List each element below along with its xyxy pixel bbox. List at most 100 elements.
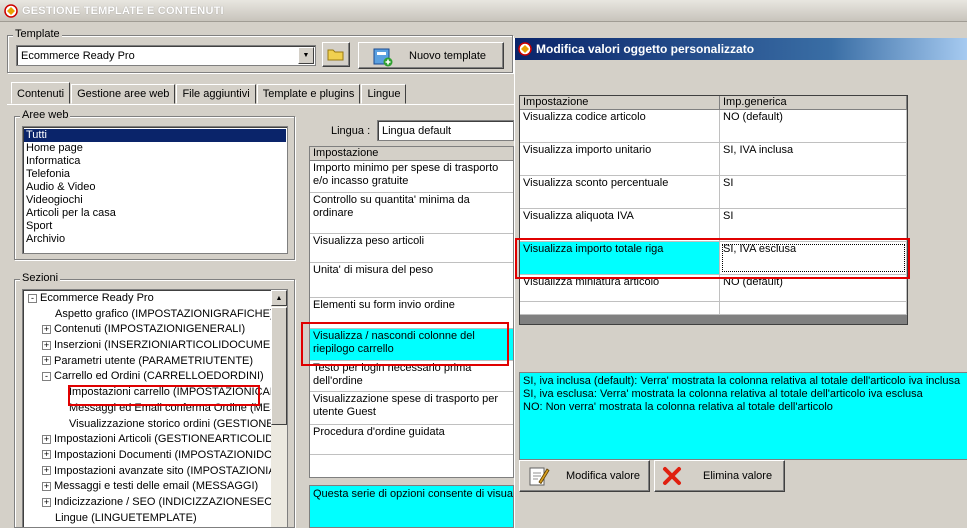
value-cell[interactable]: NO (default) [720, 275, 907, 301]
setting-name-cell: Unita' di misura del peso [313, 264, 434, 276]
table-row[interactable]: Controllo su quantita' minima da ordinar… [310, 193, 513, 234]
table-row[interactable]: Visualizza miniatura articolo NO (default… [520, 275, 907, 302]
list-item[interactable]: Sport [24, 220, 286, 233]
table-row[interactable]: Visualizza sconto percentuale SI [520, 176, 907, 209]
dialog-grid[interactable]: Impostazione Imp.generica Visualizza cod… [520, 96, 907, 315]
chevron-down-icon[interactable]: ▼ [298, 47, 314, 64]
tree-item-label: Messaggi ed Email conferma Ordine (MES [69, 401, 278, 414]
list-item[interactable]: Articoli per la casa [24, 207, 286, 220]
list-item[interactable]: Tutti [24, 129, 286, 142]
sezioni-scrollbar[interactable]: ▲ [271, 290, 287, 527]
value-cell[interactable]: SI, IVA inclusa [720, 143, 907, 175]
new-template-label: Nuovo template [409, 49, 487, 62]
dialog-title-bar[interactable]: Modifica valori oggetto personalizzato [515, 38, 967, 60]
tree-item[interactable]: - Carrello ed Ordini (CARRELLOEDORDINI) [25, 369, 270, 385]
expand-icon[interactable]: + [42, 466, 51, 476]
app-logo-icon [518, 42, 532, 56]
table-row[interactable]: Importo minimo per spese di trasporto e/… [310, 161, 513, 193]
table-row[interactable]: Procedura d'ordine guidata [310, 425, 513, 455]
table-row[interactable]: Visualizza importo unitario SI, IVA inclu… [520, 143, 907, 176]
tree-item[interactable]: + Parametri utente (PARAMETRIUTENTE) [25, 354, 270, 370]
tree-item[interactable]: Aspetto grafico (IMPOSTAZIONIGRAFICHE) [25, 307, 274, 323]
impostazioni-rows: Importo minimo per spese di trasporto e/… [310, 161, 513, 455]
sezioni-tree[interactable]: - Ecommerce Ready Pro Aspetto grafico (IMP… [22, 289, 288, 528]
tree-item[interactable]: Impostazioni carrello (IMPOSTAZIONICAR [25, 385, 278, 401]
tree-item[interactable]: + Contenuti (IMPOSTAZIONIGENERALI) [25, 322, 270, 338]
folder-icon [327, 49, 344, 61]
tab-divider [7, 104, 527, 105]
expand-icon[interactable]: + [42, 497, 51, 507]
table-row[interactable]: Visualizza peso articoli [310, 234, 513, 263]
scroll-thumb[interactable] [271, 307, 287, 425]
elimina-valore-button[interactable]: Elimina valore [654, 460, 785, 492]
table-row[interactable]: Visualizzazione spese di trasporto per u… [310, 392, 513, 425]
aree-web-list[interactable]: Tutti Home page Informatica Telefonia Au… [22, 126, 288, 254]
tree-item[interactable]: + Impostazioni Articoli (GESTIONEARTICOLI… [25, 432, 282, 448]
list-item[interactable]: Telefonia [24, 168, 286, 181]
tab-lingue[interactable]: Lingue [361, 84, 407, 104]
description-line: SI, iva inclusa (default): Verra' mostra… [523, 375, 961, 387]
template-select[interactable]: Ecommerce Ready Pro ▼ [16, 45, 316, 66]
empty-cell [720, 302, 907, 314]
impostazioni-list[interactable]: Impostazione Importo minimo per spese di… [309, 146, 514, 478]
expand-icon[interactable]: + [42, 434, 51, 444]
table-row[interactable]: Visualizza aliquota IVA SI [520, 209, 907, 242]
list-item[interactable]: Videogiochi [24, 194, 286, 207]
modifica-valore-label: Modifica valore [566, 470, 640, 482]
table-row[interactable]: Elementi su form invio ordine [310, 298, 513, 329]
expand-icon[interactable]: + [42, 450, 51, 460]
table-row[interactable] [520, 302, 907, 315]
table-row[interactable]: Unita' di misura del peso [310, 263, 513, 298]
modifica-valore-button[interactable]: Modifica valore [519, 460, 650, 492]
tree-item[interactable]: Visualizzazione storico ordini (GESTIONE… [25, 417, 282, 433]
collapse-icon[interactable]: - [28, 293, 37, 303]
column-header-imp-generica[interactable]: Imp.generica [720, 96, 907, 109]
list-item[interactable]: Archivio [24, 233, 286, 246]
list-item[interactable]: Audio & Video [24, 181, 286, 194]
tree-item-label: Impostazioni carrello (IMPOSTAZIONICAR [69, 386, 278, 399]
lingua-select[interactable]: Lingua default [377, 120, 514, 141]
dialog-grid-rows: Visualizza codice articolo NO (default) Vi… [520, 110, 907, 315]
table-row[interactable]: Visualizza / nascondi colonne del riepil… [310, 329, 513, 361]
elimina-valore-label: Elimina valore [703, 470, 773, 482]
tab-gestione-aree-web[interactable]: Gestione aree web [71, 84, 176, 104]
tree-item[interactable]: Messaggi ed Email conferma Ordine (MES [25, 401, 277, 417]
setting-cell: Visualizza importo unitario [520, 143, 720, 175]
open-folder-button[interactable] [322, 42, 350, 67]
tree-item[interactable]: + Impostazioni Documenti (IMPOSTAZIONIDOC [25, 448, 281, 464]
scroll-up-icon[interactable]: ▲ [271, 290, 287, 306]
tree-item-label: Carrello ed Ordini (CARRELLOEDORDINI) [54, 370, 264, 383]
list-item[interactable]: Home page [24, 142, 286, 155]
value-cell[interactable]: SI [720, 209, 907, 241]
tree-item[interactable]: + Inserzioni (INSERZIONIARTICOLIDOCUMEN [25, 338, 278, 354]
description-line: NO: Non verra' mostrata la colonna relat… [523, 401, 833, 413]
table-row[interactable]: Visualizza codice articolo NO (default) [520, 110, 907, 143]
tree-item[interactable]: Lingue (LINGUETEMPLATE) [25, 511, 270, 527]
column-header-impostazione[interactable]: Impostazione [520, 96, 720, 109]
value-cell[interactable]: SI [720, 176, 907, 208]
collapse-icon[interactable]: - [42, 372, 51, 382]
setting-name-cell: Visualizza peso articoli [313, 235, 425, 247]
tab-template-plugins[interactable]: Template e plugins [256, 84, 361, 104]
tab-file-aggiuntivi[interactable]: File aggiuntivi [176, 84, 256, 104]
expand-icon[interactable]: + [42, 340, 51, 350]
setting-cell: Visualizza miniatura articolo [520, 275, 720, 301]
tree-item[interactable]: + Impostazioni avanzate sito (IMPOSTAZION… [25, 464, 282, 480]
value-cell[interactable]: NO (default) [720, 110, 907, 142]
expand-icon[interactable]: + [42, 324, 51, 334]
list-item[interactable]: Informatica [24, 155, 286, 168]
setting-cell: Visualizza aliquota IVA [520, 209, 720, 241]
tab-contenuti[interactable]: Contenuti [11, 82, 71, 104]
value-cell[interactable]: SI, IVA esclusa [720, 242, 907, 274]
new-document-icon [373, 48, 393, 66]
table-row[interactable]: Testo per login necessario prima dell'or… [310, 361, 513, 392]
table-row[interactable]: Visualizza importo totale riga SI, IVA es… [520, 242, 907, 275]
tree-item-label: Impostazioni Documenti (IMPOSTAZIONIDOC [54, 448, 281, 461]
tree-item[interactable]: + Indicizzazione / SEO (INDICIZZAZIONESEO… [25, 495, 277, 511]
new-template-button[interactable]: Nuovo template [358, 42, 504, 69]
tree-item[interactable]: + Messaggi e testi delle email (MESSAGGI) [25, 479, 270, 495]
expand-icon[interactable]: + [42, 481, 51, 491]
tree-item[interactable]: - Ecommerce Ready Pro [25, 291, 270, 307]
tree-item-label: Aspetto grafico (IMPOSTAZIONIGRAFICHE) [55, 307, 274, 320]
expand-icon[interactable]: + [42, 356, 51, 366]
